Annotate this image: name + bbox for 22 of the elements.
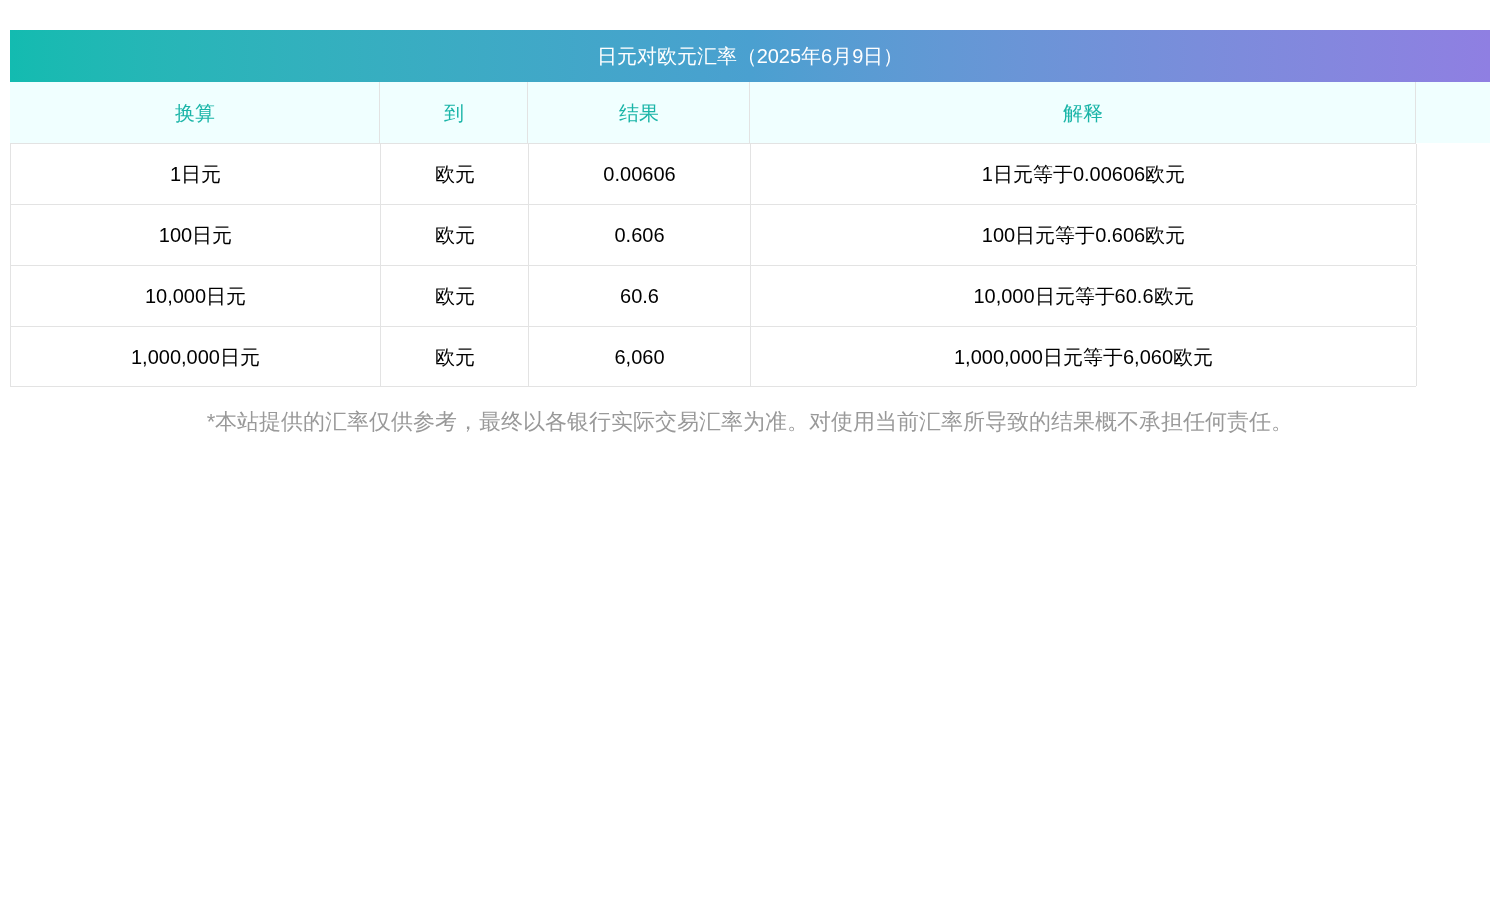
table-cell: 欧元: [381, 327, 529, 386]
table-cell: 1,000,000日元等于6,060欧元: [751, 327, 1417, 386]
table-cell: 1日元: [11, 144, 381, 204]
table-cell: 欧元: [381, 205, 529, 265]
table-cell: 1日元等于0.00606欧元: [751, 144, 1417, 204]
table-title: 日元对欧元汇率（2025年6月9日）: [10, 30, 1490, 82]
column-header: 换算: [10, 82, 380, 143]
table-cell: 100日元: [11, 205, 381, 265]
table-cell: 100日元等于0.606欧元: [751, 205, 1417, 265]
column-header: 到: [380, 82, 528, 143]
table-cell: 欧元: [381, 144, 529, 204]
table-cell: 欧元: [381, 266, 529, 326]
table-cell: 60.6: [529, 266, 751, 326]
column-header: 结果: [528, 82, 750, 143]
table-cell: 10,000日元: [11, 266, 381, 326]
table-cell: 1,000,000日元: [11, 327, 381, 386]
column-header: 解释: [750, 82, 1416, 143]
table-cell: 0.606: [529, 205, 751, 265]
table-cell: 10,000日元等于60.6欧元: [751, 266, 1417, 326]
table-cell: 6,060: [529, 327, 751, 386]
disclaimer-text: *本站提供的汇率仅供参考，最终以各银行实际交易汇率为准。对使用当前汇率所导致的结果概不承担任何责任。: [205, 408, 1295, 436]
table-cell: 0.00606: [529, 144, 751, 204]
